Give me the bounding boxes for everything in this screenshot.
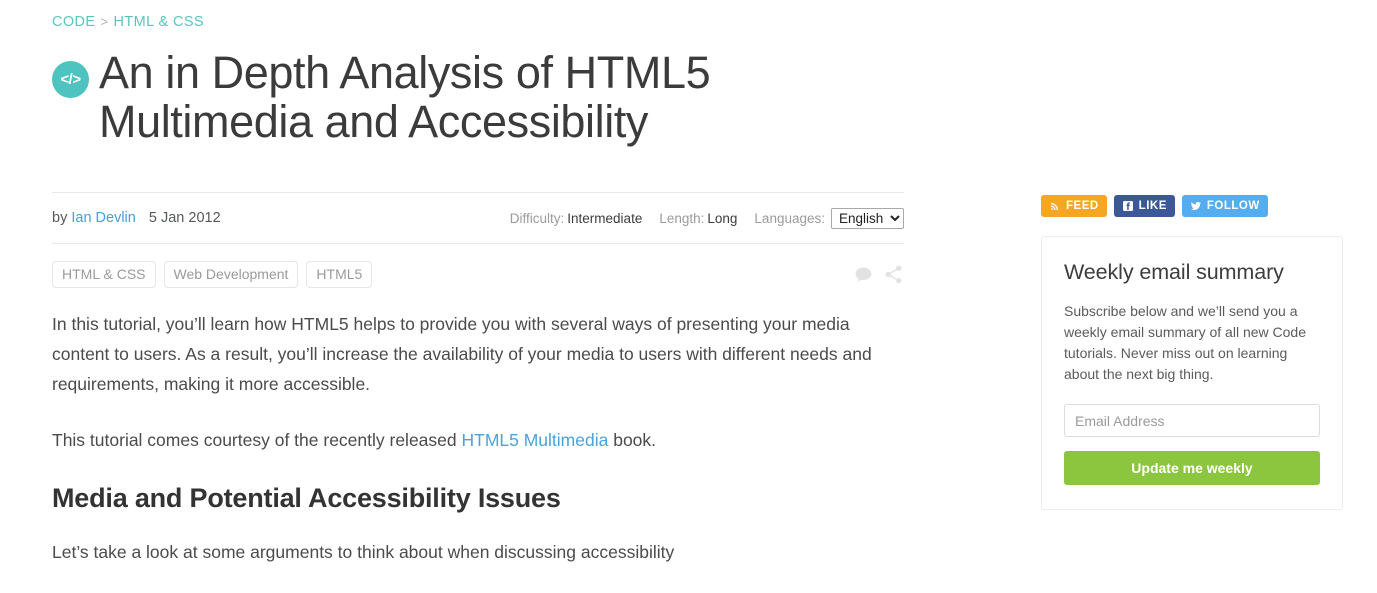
byline-prefix: by [52, 210, 68, 226]
article-attributes: Difficulty: Intermediate Length: Long Lang… [510, 207, 904, 229]
feed-button-label: FEED [1066, 200, 1099, 212]
length-meta: Length: Long [659, 211, 737, 226]
rss-icon [1049, 200, 1061, 212]
twitter-icon [1190, 200, 1202, 212]
code-tag-icon: </> [52, 61, 89, 98]
title-block: </> An in Depth Analysis of HTML5 Multim… [52, 48, 904, 146]
feed-button[interactable]: FEED [1041, 195, 1107, 217]
tags-row: HTML & CSS Web Development HTML5 [52, 244, 904, 288]
facebook-icon [1122, 200, 1134, 212]
tag-web-development[interactable]: Web Development [163, 261, 299, 288]
follow-button[interactable]: FOLLOW [1181, 195, 1268, 217]
article-meta-row: by Ian Devlin 5 Jan 2012 Difficulty: Inte… [52, 193, 904, 243]
newsletter-title: Weekly email summary [1064, 260, 1284, 284]
length-label: Length: [659, 210, 705, 226]
share-icon[interactable] [883, 264, 904, 285]
length-value: Long [707, 210, 738, 226]
author-link[interactable]: Ian Devlin [71, 210, 135, 226]
languages-label: Languages: [754, 210, 825, 226]
section-heading: Media and Potential Accessibility Issues [52, 483, 561, 513]
page-title: An in Depth Analysis of HTML5 Multimedia… [99, 47, 711, 147]
tag-html-css[interactable]: HTML & CSS [52, 261, 156, 288]
article-actions [844, 264, 904, 285]
sidebar: FEED LIKE FOLLOW Weekly email summary Su… [1041, 0, 1343, 510]
paragraph-courtesy: This tutorial comes courtesy of the rece… [52, 425, 882, 455]
article-column: CODE > HTML & CSS </> An in Depth Analysis… [52, 0, 904, 593]
html5-multimedia-link[interactable]: HTML5 Multimedia [462, 430, 609, 450]
difficulty-value: Intermediate [567, 210, 643, 226]
language-select[interactable]: English [831, 207, 904, 229]
difficulty-label: Difficulty: [509, 210, 565, 226]
subscribe-button[interactable]: Update me weekly [1064, 451, 1320, 485]
like-button[interactable]: LIKE [1113, 195, 1175, 217]
breadcrumb-separator: > [100, 14, 109, 29]
paragraph-clipped: Let’s take a look at some arguments to t… [52, 542, 675, 562]
article-page: CODE > HTML & CSS </> An in Depth Analysis… [0, 0, 1377, 562]
paragraph-intro: In this tutorial, you’ll learn how HTML5… [52, 314, 872, 394]
newsletter-card: Weekly email summary Subscribe below and… [1041, 236, 1343, 510]
byline: by Ian Devlin 5 Jan 2012 [52, 210, 221, 226]
breadcrumb-item-html-css[interactable]: HTML & CSS [114, 14, 204, 30]
email-field[interactable] [1064, 404, 1320, 437]
breadcrumb: CODE > HTML & CSS [52, 0, 904, 30]
paragraph-courtesy-after: book. [608, 430, 657, 450]
publish-date: 5 Jan 2012 [148, 210, 221, 226]
breadcrumb-item-code[interactable]: CODE [52, 14, 96, 30]
tag-list: HTML & CSS Web Development HTML5 [52, 261, 380, 288]
article-body: In this tutorial, you’ll learn how HTML5… [52, 288, 904, 567]
paragraph-courtesy-before: This tutorial comes courtesy of the rece… [52, 430, 462, 450]
difficulty-meta: Difficulty: Intermediate [510, 211, 643, 226]
follow-button-label: FOLLOW [1206, 200, 1260, 212]
languages-meta: Languages: English [754, 207, 904, 229]
newsletter-description: Subscribe below and we’ll send you a wee… [1064, 303, 1306, 382]
social-button-row: FEED LIKE FOLLOW [1041, 0, 1343, 217]
like-button-label: LIKE [1138, 200, 1167, 212]
comment-icon[interactable] [853, 264, 874, 285]
tag-html5[interactable]: HTML5 [306, 261, 373, 288]
